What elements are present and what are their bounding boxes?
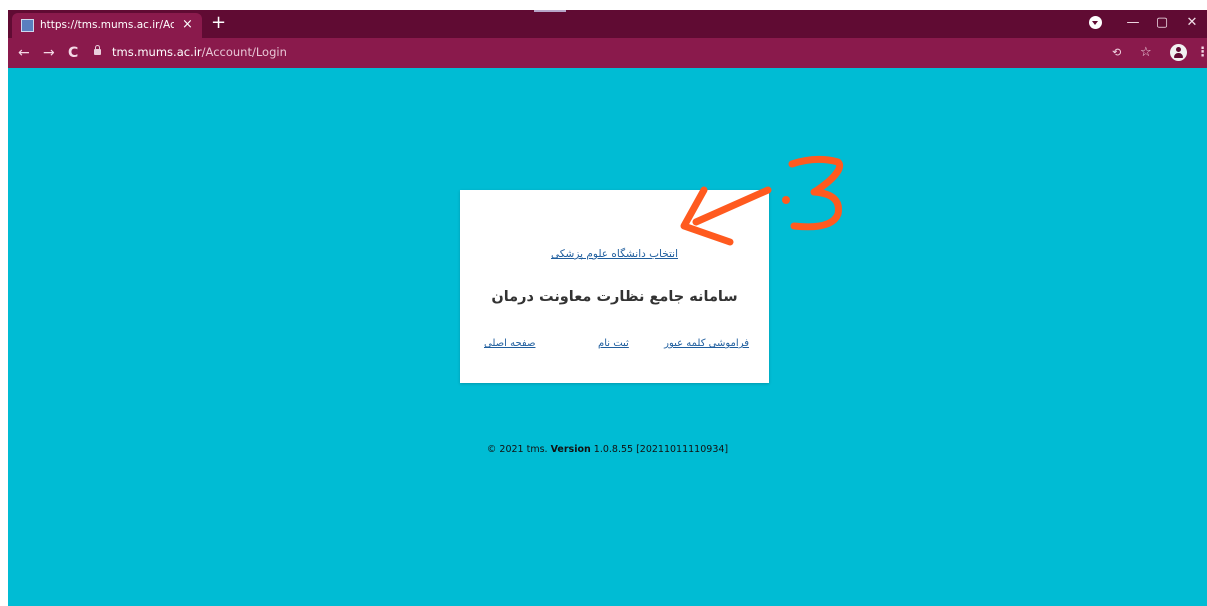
card-links: فراموشی کلمه عبور ثبت نام صفحه اصلی — [460, 338, 769, 354]
tab-search-icon[interactable] — [1089, 16, 1102, 29]
maximize-button[interactable]: ▢ — [1152, 14, 1172, 32]
step-number-3-icon — [788, 155, 844, 231]
tab-close-button[interactable]: × — [182, 17, 193, 33]
footer-version-label: Version — [550, 444, 591, 455]
home-page-link[interactable]: صفحه اصلی — [484, 338, 535, 349]
window-drag-accent — [534, 10, 566, 12]
arrow-pointing-left-icon — [680, 186, 772, 246]
url-path: /Account/Login — [201, 45, 287, 59]
footer-version: © 2021 tms. Version 1.0.8.55 [2021101111… — [8, 444, 1207, 455]
tab-title: https://tms.mums.ac.ir/Account/ — [40, 19, 174, 31]
back-arrow-icon[interactable]: ← — [18, 44, 30, 62]
browser-window: https://tms.mums.ac.ir/Account/ × + — ▢ … — [8, 10, 1207, 606]
select-university-link[interactable]: انتخاب دانشگاه علوم پزشکی — [551, 248, 678, 260]
annotation-arrow-step-3 — [680, 155, 844, 246]
reload-icon[interactable]: C — [68, 44, 78, 62]
url-text[interactable]: tms.mums.ac.ir/Account/Login — [112, 45, 287, 59]
navigation-toolbar: ← → C tms.mums.ac.ir/Account/Login ⟲ ☆ ⋮ — [8, 38, 1207, 68]
system-title: سامانه جامع نظارت معاونت درمان — [491, 289, 738, 305]
translate-icon[interactable]: ⟲ — [1112, 44, 1121, 62]
footer-version-value: 1.0.8.55 [20211011110934] — [593, 444, 729, 455]
page-content: انتخاب دانشگاه علوم پزشکی سامانه جامع نظ… — [8, 68, 1207, 606]
register-link[interactable]: ثبت نام — [598, 338, 629, 349]
address-bar[interactable]: tms.mums.ac.ir/Account/Login — [86, 43, 1096, 63]
site-favicon-icon — [21, 19, 34, 32]
forward-arrow-icon[interactable]: → — [43, 44, 55, 62]
forgot-password-link[interactable]: فراموشی کلمه عبور — [664, 338, 749, 349]
lock-icon[interactable] — [94, 45, 101, 55]
footer-copyright: © 2021 tms. — [486, 444, 548, 455]
bookmark-star-icon[interactable]: ☆ — [1140, 44, 1152, 62]
browser-tab[interactable]: https://tms.mums.ac.ir/Account/ × — [12, 13, 202, 38]
new-tab-button[interactable]: + — [211, 12, 226, 34]
close-window-button[interactable]: ✕ — [1182, 14, 1202, 32]
url-host: tms.mums.ac.ir — [112, 45, 202, 59]
profile-avatar-icon[interactable] — [1170, 44, 1187, 61]
minimize-button[interactable]: — — [1123, 14, 1143, 32]
tab-strip: https://tms.mums.ac.ir/Account/ × + — ▢ … — [8, 10, 1207, 38]
browser-menu-icon[interactable]: ⋮ — [1196, 44, 1207, 62]
annotation-dot — [782, 196, 790, 204]
